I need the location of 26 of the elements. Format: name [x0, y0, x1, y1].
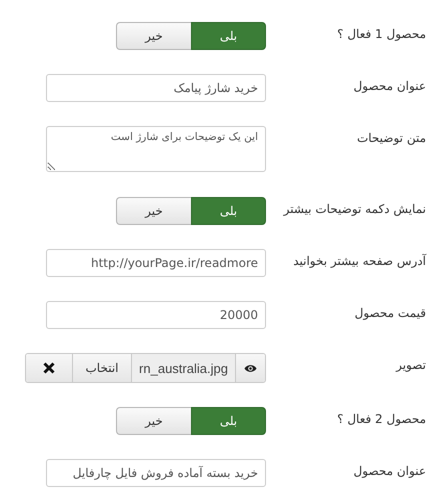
toggle-option[interactable]: خیر: [116, 22, 191, 50]
toggle-option[interactable]: خیر: [116, 407, 191, 435]
toggle-option[interactable]: خیر: [116, 197, 191, 225]
field-label: آدرس صفحه بیشتر بخوانید: [292, 252, 426, 268]
text-field[interactable]: خرید بسته آماده فروش فایل چارفایل: [46, 459, 266, 487]
field-label: نمایش دکمه توضیحات بیشتر: [282, 201, 426, 216]
field-label: عنوان محصول: [352, 463, 426, 478]
toggle-option[interactable]: بلی: [191, 22, 266, 50]
file-name: rn_australia.jpg: [132, 354, 235, 382]
field-label: عنوان محصول: [352, 78, 426, 93]
toggle-option[interactable]: بلی: [191, 407, 266, 435]
preview-button[interactable]: [235, 354, 265, 382]
field-label: متن توضیحات: [356, 130, 426, 145]
select-button[interactable]: انتخاب: [72, 354, 132, 382]
field-label: محصول 2 فعال ؟: [336, 411, 426, 426]
text-area[interactable]: این یک توضیحات برای شارژ است: [46, 126, 266, 172]
close-icon: [43, 362, 55, 374]
field-label: تصویر: [394, 357, 426, 372]
text-field[interactable]: 20000: [46, 301, 266, 329]
text-field[interactable]: http://yourPage.ir/readmore: [46, 249, 266, 277]
toggle-option[interactable]: بلی: [191, 197, 266, 225]
field-label: قیمت محصول: [354, 305, 426, 320]
text-field[interactable]: خرید شارژ پیامک: [46, 74, 266, 102]
clear-button[interactable]: [26, 354, 72, 382]
field-label: محصول 1 فعال ؟: [336, 26, 426, 41]
eye-icon: [244, 364, 257, 372]
